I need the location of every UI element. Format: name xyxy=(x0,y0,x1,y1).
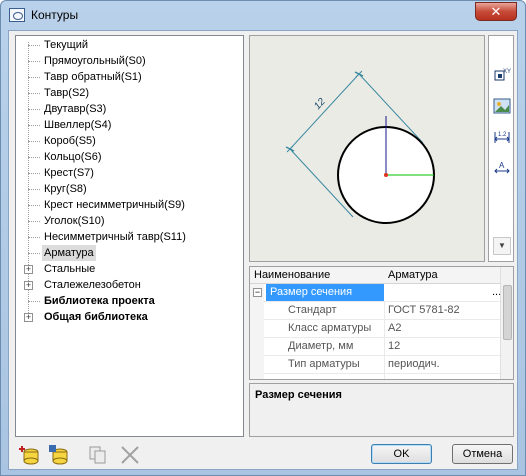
property-row[interactable]: Тип арматуры периодич. xyxy=(250,356,502,374)
description-title: Размер сечения xyxy=(255,389,342,401)
add-database-icon xyxy=(19,446,39,465)
copy-icon xyxy=(89,446,106,464)
delete-button[interactable] xyxy=(119,444,141,466)
property-row[interactable]: Класс арматуры A2 xyxy=(250,320,502,338)
property-name: Стандарт xyxy=(288,304,337,316)
dialog-client: Текущий Прямоугольный(S0) Тавр обратный(S1… xyxy=(8,30,518,470)
preview-drawing: 12 xyxy=(285,70,435,224)
expand-icon[interactable]: + xyxy=(24,265,33,274)
property-value[interactable]: 12 xyxy=(388,338,400,355)
properties-grid: Наименование Арматура − Размер сечения .… xyxy=(249,266,514,380)
dimension-button[interactable]: 1.2 xyxy=(493,128,511,146)
cancel-button[interactable]: Отмена xyxy=(452,444,513,464)
tree-item[interactable]: Тавр(S2) xyxy=(42,85,91,101)
dimension-icon: 1.2 xyxy=(494,132,510,143)
tree-item[interactable]: Прямоугольный(S0) xyxy=(42,53,148,69)
grid-header: Наименование Арматура xyxy=(250,267,502,284)
property-row[interactable] xyxy=(250,374,502,379)
contour-tree[interactable]: Текущий Прямоугольный(S0) Тавр обратный(S1… xyxy=(15,35,244,437)
tree-item[interactable]: Текущий xyxy=(42,37,90,53)
tree-item[interactable]: Арматура xyxy=(42,245,96,261)
collapse-icon[interactable]: − xyxy=(253,288,262,297)
svg-text:A: A xyxy=(499,161,505,170)
xy-axes-button[interactable]: XY xyxy=(493,66,511,84)
property-row[interactable]: Стандарт ГОСТ 5781-82 xyxy=(250,302,502,320)
expand-icon[interactable]: + xyxy=(24,313,33,322)
tree-item[interactable]: Швеллер(S4) xyxy=(42,117,113,133)
database-edit-icon xyxy=(49,445,68,465)
tree-item[interactable]: Библиотека проекта xyxy=(42,293,157,309)
delete-icon xyxy=(121,446,139,464)
title-bar: Контуры ✕ xyxy=(1,1,525,29)
tree-guide-line xyxy=(28,42,29,317)
tree-item[interactable]: Сталежелезобетон xyxy=(42,277,143,293)
text-button[interactable]: A xyxy=(493,159,511,177)
dialog-window: Контуры ✕ Текущий Прямоугольный(S0) Тавр о… xyxy=(0,0,526,476)
text-icon: A xyxy=(494,161,510,174)
tree-item[interactable]: Общая библиотека xyxy=(42,309,150,325)
property-value[interactable]: ГОСТ 5781-82 xyxy=(388,302,460,319)
window-title: Контуры xyxy=(31,8,79,22)
section-row-label: Размер сечения xyxy=(266,284,384,301)
property-name: Диаметр, мм xyxy=(288,340,354,352)
tree-item[interactable]: Крест несимметричный(S9) xyxy=(42,197,187,213)
description-panel: Размер сечения xyxy=(249,383,514,437)
xy-axes-icon: XY xyxy=(494,69,511,81)
scroll-down-button[interactable]: ▼ xyxy=(493,237,511,255)
copy-button[interactable] xyxy=(87,444,109,466)
dimension-line xyxy=(289,73,360,150)
tree-item[interactable]: Крест(S7) xyxy=(42,165,96,181)
column-header-value: Арматура xyxy=(388,269,438,281)
scrollbar-thumb[interactable] xyxy=(503,285,512,340)
property-row[interactable]: Диаметр, мм 12 xyxy=(250,338,502,356)
tree-item[interactable]: Двутавр(S3) xyxy=(42,101,108,117)
window-icon xyxy=(9,8,25,22)
tree-item[interactable]: Тавр обратный(S1) xyxy=(42,69,144,85)
database-edit-button[interactable] xyxy=(48,444,70,466)
tree-item[interactable]: Кольцо(S6) xyxy=(42,149,104,165)
section-preview: 12 xyxy=(249,35,485,262)
tree-item[interactable]: Круг(S8) xyxy=(42,181,89,197)
preview-toolbar: XY 1.2 A ▼ xyxy=(488,35,514,262)
column-header-name: Наименование xyxy=(254,269,331,281)
picture-icon xyxy=(493,98,511,114)
svg-text:1.2: 1.2 xyxy=(498,132,507,138)
grid-scrollbar[interactable] xyxy=(500,267,513,379)
expand-icon[interactable]: + xyxy=(24,281,33,290)
section-row[interactable]: − Размер сечения ... xyxy=(250,284,502,302)
tree-item[interactable]: Короб(S5) xyxy=(42,133,98,149)
picture-button[interactable] xyxy=(493,97,511,115)
add-database-button[interactable] xyxy=(19,444,41,466)
svg-text:XY: XY xyxy=(503,69,511,75)
property-name: Тип арматуры xyxy=(288,358,360,370)
property-value[interactable]: A2 xyxy=(388,320,401,337)
close-button[interactable]: ✕ xyxy=(475,2,517,21)
bottom-toolbar xyxy=(15,444,145,468)
origin-point xyxy=(384,173,388,177)
tree-item[interactable]: Стальные xyxy=(42,261,97,277)
ok-button[interactable]: OK xyxy=(371,444,432,464)
tree-item[interactable]: Несимметричный тавр(S11) xyxy=(42,229,188,245)
property-name: Класс арматуры xyxy=(288,322,372,334)
tree-item[interactable]: Уголок(S10) xyxy=(42,213,107,229)
property-value[interactable]: периодич. xyxy=(388,356,440,373)
